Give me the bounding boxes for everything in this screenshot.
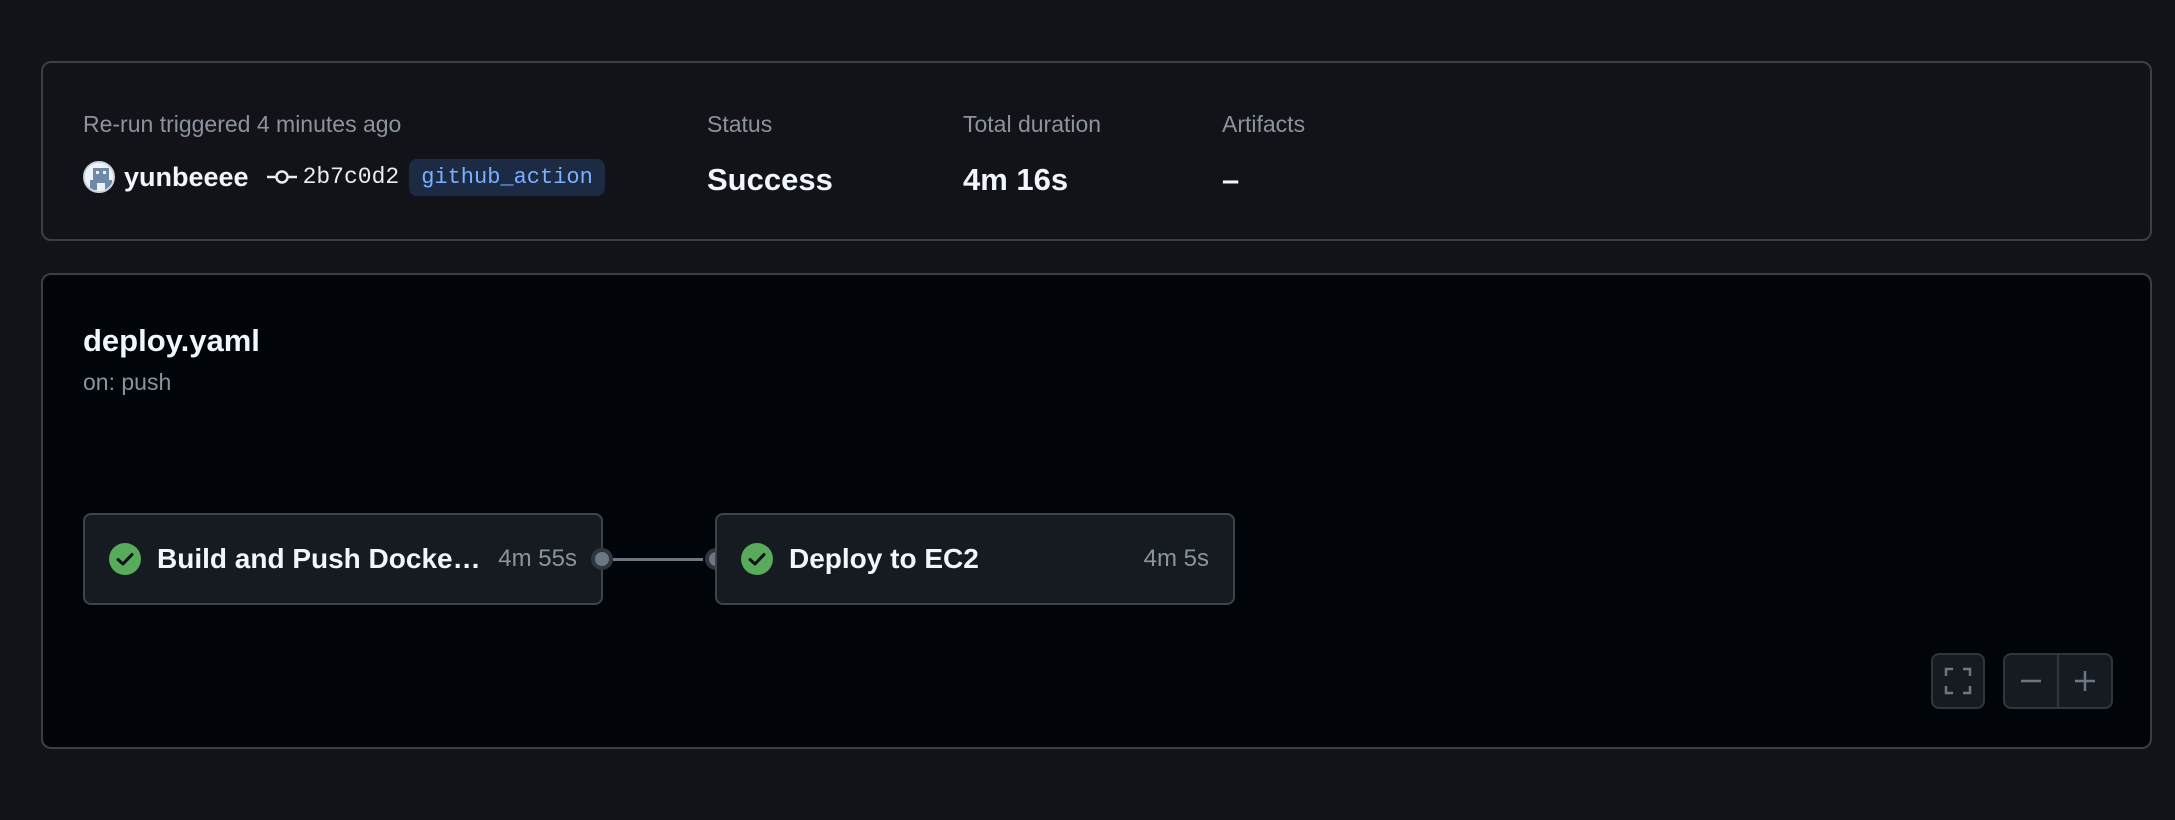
workflow-file-title: deploy.yaml <box>83 323 260 358</box>
trigger-column: Re-run triggered 4 minutes ago yunbeeee … <box>83 111 605 196</box>
workflow-graph-card: deploy.yaml on: push Build and Push Dock… <box>41 273 2152 749</box>
job-connector <box>613 558 703 561</box>
job-output-port <box>591 548 613 570</box>
status-column: Status Success <box>707 111 833 198</box>
minus-icon <box>2021 679 2041 683</box>
job-duration: 4m 5s <box>1143 545 1209 572</box>
fullscreen-icon <box>1944 667 1972 695</box>
avatar[interactable] <box>83 161 115 193</box>
zoom-controls <box>2003 653 2113 709</box>
plus-icon <box>2075 671 2095 691</box>
duration-column: Total duration 4m 16s <box>963 111 1101 198</box>
duration-label: Total duration <box>963 111 1102 137</box>
artifacts-label: Artifacts <box>1222 111 1306 137</box>
job-name: Deploy to EC2 <box>789 543 979 574</box>
artifacts-column: Artifacts – <box>1222 111 1305 198</box>
git-commit-icon <box>266 170 297 184</box>
job-duration: 4m 55s <box>498 545 577 572</box>
job-card-deploy[interactable]: Deploy to EC2 4m 5s <box>715 513 1235 605</box>
zoom-in-button[interactable] <box>2059 655 2111 707</box>
workflow-trigger: on: push <box>83 369 172 395</box>
status-label: Status <box>707 111 773 137</box>
actor-link[interactable]: yunbeeee <box>124 162 249 193</box>
zoom-out-button[interactable] <box>2005 655 2057 707</box>
duration-value: 4m 16s <box>963 162 1069 197</box>
artifacts-value: – <box>1222 162 1240 197</box>
job-name: Build and Push Docker Image <box>157 543 484 574</box>
run-summary-card: Re-run triggered 4 minutes ago yunbeeee … <box>41 61 2152 241</box>
check-circle-icon <box>109 543 141 575</box>
trigger-label: Re-run triggered 4 minutes ago <box>83 111 402 137</box>
commit-sha-link[interactable]: 2b7c0d2 <box>303 164 400 190</box>
fullscreen-button[interactable] <box>1931 653 1985 709</box>
avatar-image <box>85 163 113 191</box>
check-circle-icon <box>741 543 773 575</box>
status-value: Success <box>707 162 833 197</box>
branch-badge[interactable]: github_action <box>409 158 605 196</box>
job-card-build[interactable]: Build and Push Docker Image 4m 55s <box>83 513 603 605</box>
